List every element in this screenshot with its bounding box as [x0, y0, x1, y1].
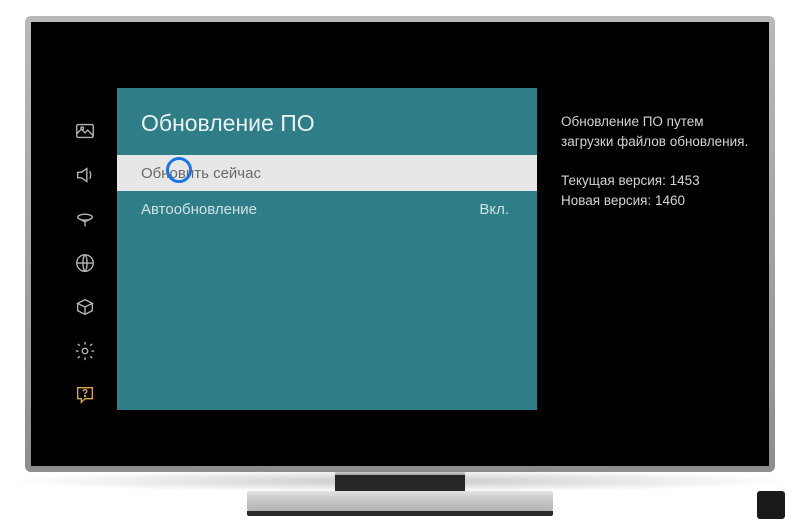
nav-sound[interactable]: [70, 160, 100, 190]
menu-item-label: Автообновление: [141, 201, 257, 218]
info-description: Обновление ПО путем загрузки файлов обно…: [561, 112, 751, 151]
system-icon: [74, 296, 96, 318]
support-icon: [74, 384, 96, 406]
nav-broadcast[interactable]: [70, 204, 100, 234]
tv-frame: Обновление ПО Обновить сейчас Автообновл…: [25, 16, 775, 472]
menu-auto-update[interactable]: Автообновление Вкл.: [117, 191, 537, 227]
sound-icon: [74, 164, 96, 186]
menu-update-now[interactable]: Обновить сейчас: [117, 155, 537, 191]
info-panel: Обновление ПО путем загрузки файлов обно…: [561, 112, 751, 210]
panel-title: Обновление ПО: [117, 88, 537, 155]
menu-item-label: Обновить сейчас: [141, 165, 261, 182]
menu-item-value: Вкл.: [479, 201, 509, 218]
nav-picture[interactable]: [70, 116, 100, 146]
nav-settings[interactable]: [70, 336, 100, 366]
picture-icon: [74, 120, 96, 142]
settings-icon: [74, 340, 96, 362]
nav-system[interactable]: [70, 292, 100, 322]
remote-control: [757, 491, 785, 519]
tv-screen: Обновление ПО Обновить сейчас Автообновл…: [31, 22, 769, 466]
network-icon: [74, 252, 96, 274]
broadcast-icon: [74, 208, 96, 230]
nav-support[interactable]: [70, 380, 100, 410]
stand-neck: [335, 475, 465, 491]
info-current-version: Текущая версия: 1453: [561, 171, 751, 191]
stand-base: [247, 491, 553, 511]
info-new-version: Новая версия: 1460: [561, 191, 751, 211]
nav-network[interactable]: [70, 248, 100, 278]
settings-sidebar: [63, 116, 107, 410]
software-update-panel: Обновление ПО Обновить сейчас Автообновл…: [117, 88, 537, 410]
